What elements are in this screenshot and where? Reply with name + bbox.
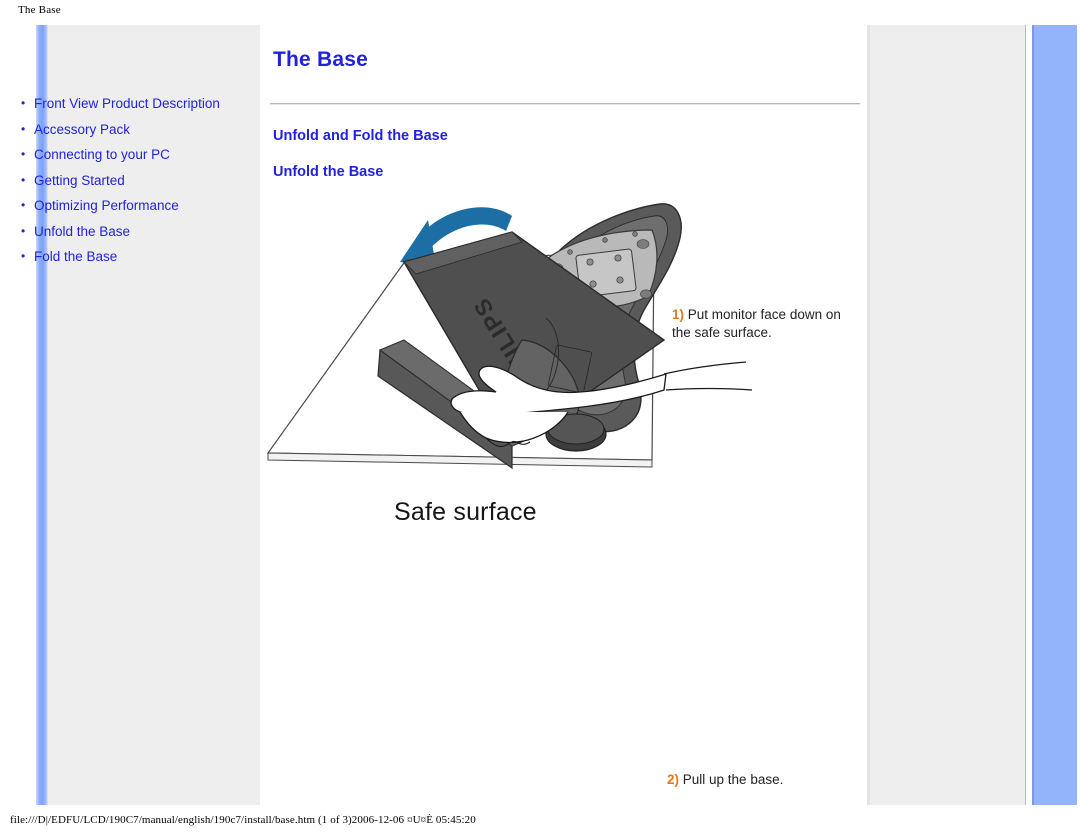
print-header-title: The Base <box>18 4 61 16</box>
sub-section-title: Unfold the Base <box>273 164 384 180</box>
title-divider <box>270 103 860 105</box>
sidebar-item-unfold-the-base[interactable]: Unfold the Base <box>20 223 220 241</box>
right-accent-bar <box>1032 25 1078 805</box>
sidebar-item-optimizing-performance[interactable]: Optimizing Performance <box>20 197 220 215</box>
right-panel <box>870 25 1026 805</box>
step-1-callout: 1) Put monitor face down on the safe sur… <box>672 306 852 342</box>
sidebar-link-label[interactable]: Accessory Pack <box>34 122 130 137</box>
safe-surface-label: Safe surface <box>394 498 537 526</box>
sidebar-item-connecting-to-your-pc[interactable]: Connecting to your PC <box>20 146 220 164</box>
sidebar-link-label[interactable]: Fold the Base <box>34 249 117 264</box>
document-page: Front View Product Description Accessory… <box>0 25 1080 805</box>
step-1-text: Put monitor face down on the safe surfac… <box>672 307 841 340</box>
sidebar-link-label[interactable]: Optimizing Performance <box>34 198 179 213</box>
print-footer-path: file:///D|/EDFU/LCD/190C7/manual/english… <box>10 814 476 826</box>
sidebar-item-front-view-product-description[interactable]: Front View Product Description <box>20 95 220 113</box>
main-content: The Base Unfold and Fold the Base Unfold… <box>260 25 870 805</box>
sidebar-link-label[interactable]: Front View Product Description <box>34 96 220 111</box>
step-2-text: Pull up the base. <box>679 772 784 787</box>
sidebar-link-label[interactable]: Connecting to your PC <box>34 147 170 162</box>
sidebar-item-fold-the-base[interactable]: Fold the Base <box>20 248 220 266</box>
monitor-unfold-illustration: PHILIPS Safe surface <box>260 190 870 560</box>
step-1-number: 1) <box>672 307 685 322</box>
sidebar-link-label[interactable]: Getting Started <box>34 173 125 188</box>
step-2-callout: 2) Pull up the base. <box>667 771 857 789</box>
sidebar-item-accessory-pack[interactable]: Accessory Pack <box>20 121 220 139</box>
sidebar-link-label[interactable]: Unfold the Base <box>34 224 130 239</box>
section-title: Unfold and Fold the Base <box>273 128 448 144</box>
sidebar-item-getting-started[interactable]: Getting Started <box>20 172 220 190</box>
step-2-number: 2) <box>667 772 680 787</box>
sidebar-nav-list: Front View Product Description Accessory… <box>20 95 220 274</box>
page-title: The Base <box>273 48 368 71</box>
